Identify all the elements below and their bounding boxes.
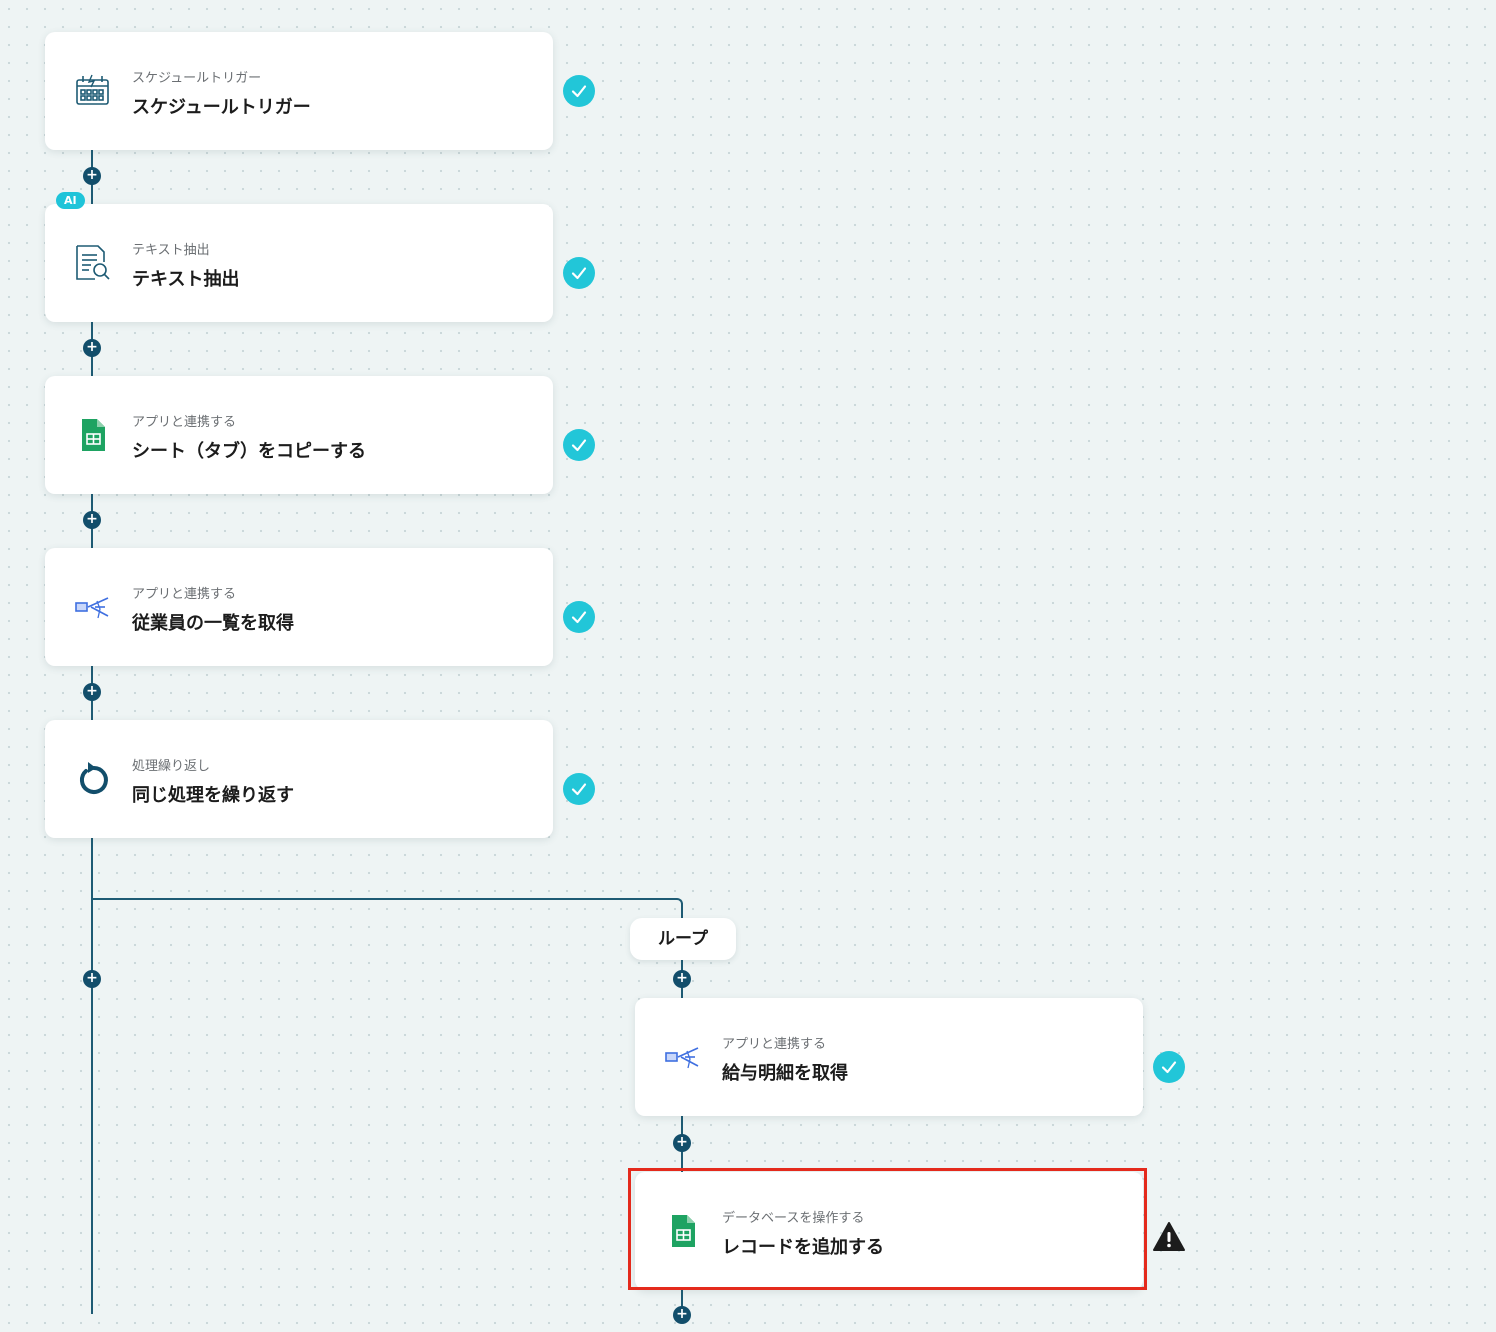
add-step-button[interactable]: + xyxy=(83,167,101,185)
step-card-get-employee-list[interactable]: アプリと連携する 従業員の一覧を取得 xyxy=(45,548,553,666)
step-subtitle: テキスト抽出 xyxy=(132,243,210,258)
ai-badge: AI xyxy=(56,192,85,209)
step-card-get-payslip[interactable]: アプリと連携する 給与明細を取得 xyxy=(635,998,1143,1116)
check-icon xyxy=(563,773,595,805)
step-subtitle: スケジュールトリガー xyxy=(132,71,262,86)
loop-label: ループ xyxy=(630,918,736,960)
step-title: シート（タブ）をコピーする xyxy=(132,441,366,462)
step-card-schedule-trigger[interactable]: スケジュールトリガー スケジュールトリガー xyxy=(45,32,553,150)
step-card-copy-sheet[interactable]: アプリと連携する シート（タブ）をコピーする xyxy=(45,376,553,494)
step-subtitle: アプリと連携する xyxy=(132,587,237,602)
google-sheets-icon xyxy=(73,415,113,455)
step-title: 従業員の一覧を取得 xyxy=(132,613,294,634)
check-icon xyxy=(563,257,595,289)
document-search-icon xyxy=(73,243,113,283)
step-title: 給与明細を取得 xyxy=(722,1063,848,1084)
schedule-calendar-icon xyxy=(73,71,113,111)
step-subtitle: データベースを操作する xyxy=(722,1211,865,1226)
loop-branch-vertical-line xyxy=(681,904,683,918)
add-step-button[interactable]: + xyxy=(83,339,101,357)
step-subtitle: アプリと連携する xyxy=(722,1037,827,1052)
freee-app-icon xyxy=(663,1037,703,1077)
check-icon xyxy=(1153,1051,1185,1083)
warning-icon xyxy=(1152,1221,1186,1253)
check-icon xyxy=(563,429,595,461)
step-subtitle: アプリと連携する xyxy=(132,415,237,430)
step-subtitle: 処理繰り返し xyxy=(132,759,211,774)
step-card-text-extraction[interactable]: AI テキスト抽出 テキスト抽出 xyxy=(45,192,553,322)
step-title: レコードを追加する xyxy=(722,1237,884,1258)
google-sheets-icon xyxy=(663,1211,703,1251)
add-step-button[interactable]: + xyxy=(83,970,101,988)
repeat-icon xyxy=(73,759,113,799)
add-loop-step-button[interactable]: + xyxy=(673,1134,691,1152)
step-card-add-record[interactable]: データベースを操作する レコードを追加する xyxy=(635,1172,1143,1290)
freee-app-icon xyxy=(73,587,113,627)
add-step-button[interactable]: + xyxy=(83,511,101,529)
step-title: テキスト抽出 xyxy=(132,269,240,290)
add-loop-step-button[interactable]: + xyxy=(673,970,691,988)
step-title: スケジュールトリガー xyxy=(132,97,311,118)
step-card-repeat[interactable]: 処理繰り返し 同じ処理を繰り返す xyxy=(45,720,553,838)
step-title: 同じ処理を繰り返す xyxy=(132,785,294,806)
add-step-button[interactable]: + xyxy=(83,683,101,701)
add-loop-step-button[interactable]: + xyxy=(673,1306,691,1324)
check-icon xyxy=(563,601,595,633)
loop-branch-horizontal-line xyxy=(91,898,677,900)
check-icon xyxy=(563,75,595,107)
